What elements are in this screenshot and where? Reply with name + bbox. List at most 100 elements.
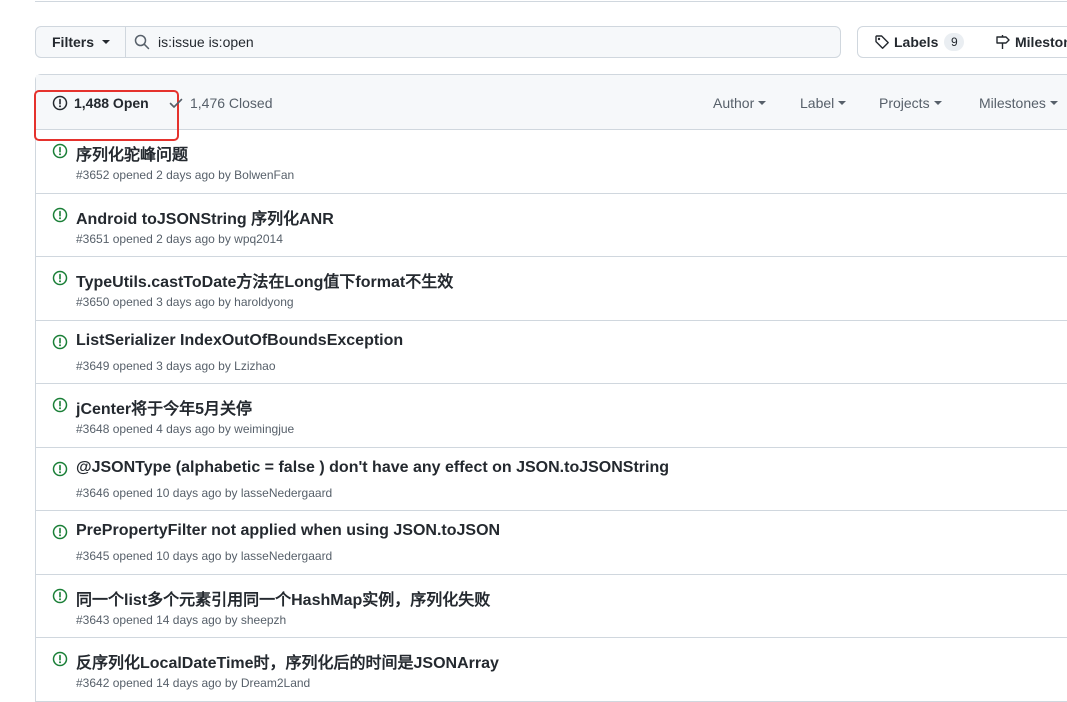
issue-title-link[interactable]: Android toJSONString 序列化ANR [76, 205, 334, 229]
issue-title-link[interactable]: 同一个list多个元素引用同一个HashMap实例，序列化失败 [76, 586, 490, 610]
issue-row[interactable]: TypeUtils.castToDate方法在Long值下format不生效 #… [36, 257, 1067, 321]
issue-author-link[interactable]: haroldyong [234, 295, 293, 309]
issue-meta: #3650 opened 3 days ago by haroldyong [76, 295, 294, 309]
milestones-label: Milestones [1015, 34, 1067, 50]
issue-title-link[interactable]: 反序列化LocalDateTime时，序列化后的时间是JSONArray [76, 649, 499, 673]
issue-author-link[interactable]: Dream2Land [241, 676, 310, 690]
top-border [35, 0, 1067, 2]
chevron-down-icon [1049, 101, 1058, 105]
milestones-button[interactable]: Milestones [979, 26, 1067, 58]
issue-title-link[interactable]: @JSONType (alphabetic = false ) don't ha… [76, 459, 669, 477]
issue-opened-text: opened 14 days ago by [112, 612, 238, 627]
author-filter-label: Author [713, 95, 755, 111]
issue-opened-text: opened 2 days ago by [112, 168, 231, 182]
issue-opened-text: opened 2 days ago by [112, 231, 231, 246]
issue-title-link[interactable]: jCenter将于今年5月关停 [76, 395, 252, 419]
issue-opened-text: opened 10 days ago by [112, 549, 238, 563]
filters-button[interactable]: Filters [35, 26, 126, 58]
issue-number: #3646 [76, 485, 110, 500]
issues-page: Filters Labels 9 Milestones [0, 0, 1067, 702]
issue-title-link[interactable]: TypeUtils.castToDate方法在Long值下format不生效 [76, 268, 453, 292]
issue-opened-icon [52, 143, 68, 159]
search-input[interactable] [158, 34, 818, 50]
issue-row[interactable]: @JSONType (alphabetic = false ) don't ha… [36, 448, 1067, 511]
issues-list-header: 1,488 Open 1,476 Closed Author Label Pro… [34, 75, 1067, 141]
author-filter-menu[interactable]: Author [713, 93, 767, 113]
issue-meta: #3642 opened 14 days ago by Dream2Land [76, 676, 310, 690]
issue-title-link[interactable]: 序列化驼峰问题 [76, 141, 188, 165]
issue-opened-text: opened 3 days ago by [112, 295, 231, 309]
issue-opened-text: opened 3 days ago by [112, 358, 231, 373]
issue-number: #3645 [76, 549, 110, 563]
issue-number: #3648 [76, 422, 110, 436]
open-issues-tab[interactable]: 1,488 Open [34, 90, 179, 141]
label-filter-label: Label [800, 95, 835, 111]
issue-opened-icon [52, 651, 68, 667]
issue-row[interactable]: PrePropertyFilter not applied when using… [36, 511, 1067, 575]
issue-row[interactable]: 反序列化LocalDateTime时，序列化后的时间是JSONArray #36… [36, 638, 1067, 702]
issue-title-link[interactable]: ListSerializer IndexOutOfBoundsException [76, 332, 403, 350]
closed-count-label: 1,476 Closed [190, 95, 273, 111]
labels-button[interactable]: Labels 9 [857, 26, 980, 58]
search-box[interactable] [125, 26, 841, 58]
milestones-filter-menu[interactable]: Milestones [979, 93, 1058, 113]
issue-row[interactable]: 序列化驼峰问题 #3652 opened 2 days ago by Bolwe… [36, 130, 1067, 194]
issue-author-link[interactable]: Lzizhao [234, 359, 275, 373]
projects-filter-label: Projects [879, 95, 930, 111]
issues-list: 1,488 Open 1,476 Closed Author Label Pro… [34, 74, 1067, 702]
issues-toolbar: Filters Labels 9 Milestones [35, 26, 1067, 58]
issue-opened-icon [52, 588, 68, 604]
issue-opened-text: opened 14 days ago by [112, 676, 238, 690]
issue-row[interactable]: jCenter将于今年5月关停 #3648 opened 4 days ago … [36, 384, 1067, 448]
chevron-down-icon [838, 101, 847, 105]
issue-opened-icon [52, 461, 68, 477]
issue-number: #3643 [76, 612, 110, 627]
labels-label: Labels [894, 34, 939, 50]
issue-author-link[interactable]: sheepzh [241, 613, 286, 627]
issue-author-link[interactable]: wpq2014 [234, 232, 283, 246]
issue-meta: #3648 opened 4 days ago by weimingjue [76, 422, 294, 436]
issue-opened-text: opened 10 days ago by [112, 485, 238, 500]
issue-author-link[interactable]: lasseNedergaard [241, 486, 332, 500]
issue-opened-icon [52, 270, 68, 286]
issue-number: #3650 [76, 295, 110, 309]
issue-author-link[interactable]: weimingjue [234, 422, 294, 436]
issue-meta: #3646 opened 10 days ago by lasseNederga… [76, 486, 332, 500]
milestones-filter-label: Milestones [979, 95, 1046, 111]
issue-rows: 序列化驼峰问题 #3652 opened 2 days ago by Bolwe… [36, 130, 1067, 702]
issue-number: #3651 [76, 231, 110, 246]
issue-meta: #3645 opened 10 days ago by lasseNederga… [76, 549, 332, 563]
issue-title-link[interactable]: PrePropertyFilter not applied when using… [76, 522, 500, 540]
issue-author-link[interactable]: lasseNedergaard [241, 549, 332, 563]
issue-opened-text: opened 4 days ago by [112, 422, 231, 436]
check-icon [168, 95, 184, 111]
chevron-down-icon [758, 101, 767, 105]
issue-meta: #3649 opened 3 days ago by Lzizhao [76, 359, 276, 373]
issue-author-link[interactable]: BolwenFan [234, 168, 294, 182]
issue-opened-icon [52, 207, 68, 223]
search-icon [134, 34, 150, 50]
issue-number: #3649 [76, 358, 110, 373]
issue-opened-icon [52, 524, 68, 540]
issue-row[interactable]: ListSerializer IndexOutOfBoundsException… [36, 321, 1067, 384]
issue-row[interactable]: Android toJSONString 序列化ANR #3651 opened… [36, 194, 1067, 257]
issue-meta: #3651 opened 2 days ago by wpq2014 [76, 232, 283, 246]
issue-opened-icon [52, 397, 68, 413]
issue-open-icon [52, 95, 68, 111]
issue-number: #3652 [76, 168, 110, 182]
tag-icon [874, 34, 890, 50]
labels-count-badge: 9 [944, 33, 965, 51]
issue-number: #3642 [76, 676, 110, 690]
milestone-icon [995, 34, 1011, 50]
filters-label: Filters [52, 34, 95, 50]
issue-row[interactable]: 同一个list多个元素引用同一个HashMap实例，序列化失败 #3643 op… [36, 575, 1067, 638]
issue-meta: #3643 opened 14 days ago by sheepzh [76, 613, 286, 627]
projects-filter-menu[interactable]: Projects [879, 93, 942, 113]
issue-meta: #3652 opened 2 days ago by BolwenFan [76, 168, 294, 182]
closed-issues-tab[interactable]: 1,476 Closed [168, 93, 273, 113]
chevron-down-icon [933, 101, 942, 105]
open-count-label: 1,488 Open [74, 95, 149, 111]
issue-opened-icon [52, 334, 68, 350]
label-filter-menu[interactable]: Label [800, 93, 847, 113]
chevron-down-icon [102, 40, 111, 44]
